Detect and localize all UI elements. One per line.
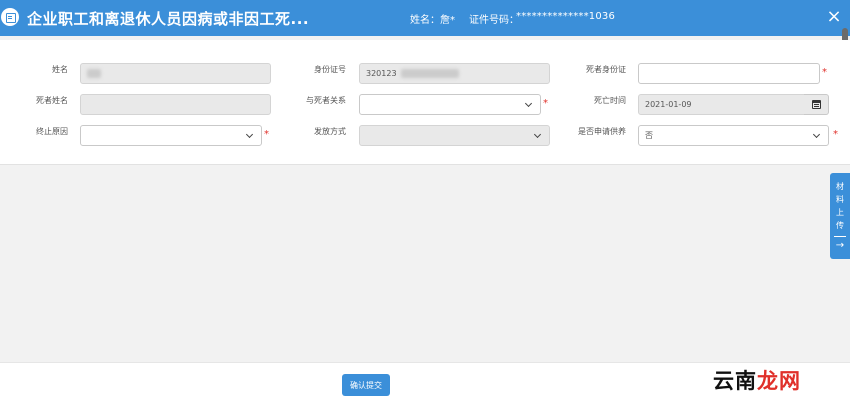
arrow-right-icon: → xyxy=(835,240,845,251)
required-mark: * xyxy=(822,67,827,78)
required-mark: * xyxy=(833,129,838,140)
watermark-text-main: 云南 xyxy=(713,369,757,393)
deceased-name-field xyxy=(80,94,271,115)
relation-select[interactable] xyxy=(359,94,541,115)
close-icon[interactable]: × xyxy=(824,6,844,28)
confirm-submit-button[interactable]: 确认提交 xyxy=(342,374,390,396)
material-upload-tab[interactable]: 材料上传 → xyxy=(830,173,850,259)
termination-reason-label: 终止原因 xyxy=(36,127,68,136)
death-time-field[interactable]: 2021-01-09 xyxy=(638,94,805,115)
header-name-value: 詹* xyxy=(440,15,455,26)
redacted-name xyxy=(87,69,101,78)
id-number-label: 身份证号 xyxy=(314,65,346,74)
deceased-name-label: 死者姓名 xyxy=(36,96,68,105)
id-number-value: 320123 xyxy=(366,69,397,78)
support-value: 否 xyxy=(645,131,653,140)
list-icon xyxy=(1,8,19,26)
watermark-logo: 云南龙网 xyxy=(713,365,801,395)
name-label: 姓名 xyxy=(52,65,68,74)
calendar-button[interactable] xyxy=(804,94,829,115)
form-panel: 姓名 身份证号 320123 死者身份证 * 死者姓名 与死者关系 * 死亡时间… xyxy=(0,40,850,165)
header-id-value: **************1036 xyxy=(516,11,616,22)
name-field xyxy=(80,63,271,84)
header-name-label: 姓名： xyxy=(410,15,440,26)
relation-label: 与死者关系 xyxy=(306,96,346,105)
chevron-down-icon xyxy=(245,130,255,142)
chevron-down-icon xyxy=(533,130,543,142)
required-mark: * xyxy=(264,129,269,140)
death-time-label: 死亡时间 xyxy=(594,96,626,105)
support-select[interactable]: 否 xyxy=(638,125,829,146)
deceased-id-label: 死者身份证 xyxy=(586,65,626,74)
divider xyxy=(834,236,846,237)
dialog-title: 企业职工和离退休人员因病或非因工死... xyxy=(27,10,310,28)
support-label: 是否申请供养 xyxy=(578,127,626,136)
dialog-header: 企业职工和离退休人员因病或非因工死... 姓名： 詹* 证件号码： ******… xyxy=(0,0,850,36)
redacted-id xyxy=(401,69,460,78)
deceased-id-input[interactable] xyxy=(638,63,820,84)
chevron-down-icon xyxy=(524,99,534,111)
termination-reason-select[interactable] xyxy=(80,125,262,146)
payment-method-select xyxy=(359,125,550,146)
payment-method-label: 发放方式 xyxy=(314,127,346,136)
id-number-field: 320123 xyxy=(359,63,550,84)
header-id-label: 证件号码： xyxy=(469,15,519,26)
required-mark: * xyxy=(543,98,548,109)
material-upload-label: 材料上传 xyxy=(836,182,844,230)
chevron-down-icon xyxy=(812,130,822,142)
watermark-text-accent: 龙网 xyxy=(757,369,801,393)
death-time-value: 2021-01-09 xyxy=(645,100,692,109)
calendar-icon xyxy=(812,100,821,109)
